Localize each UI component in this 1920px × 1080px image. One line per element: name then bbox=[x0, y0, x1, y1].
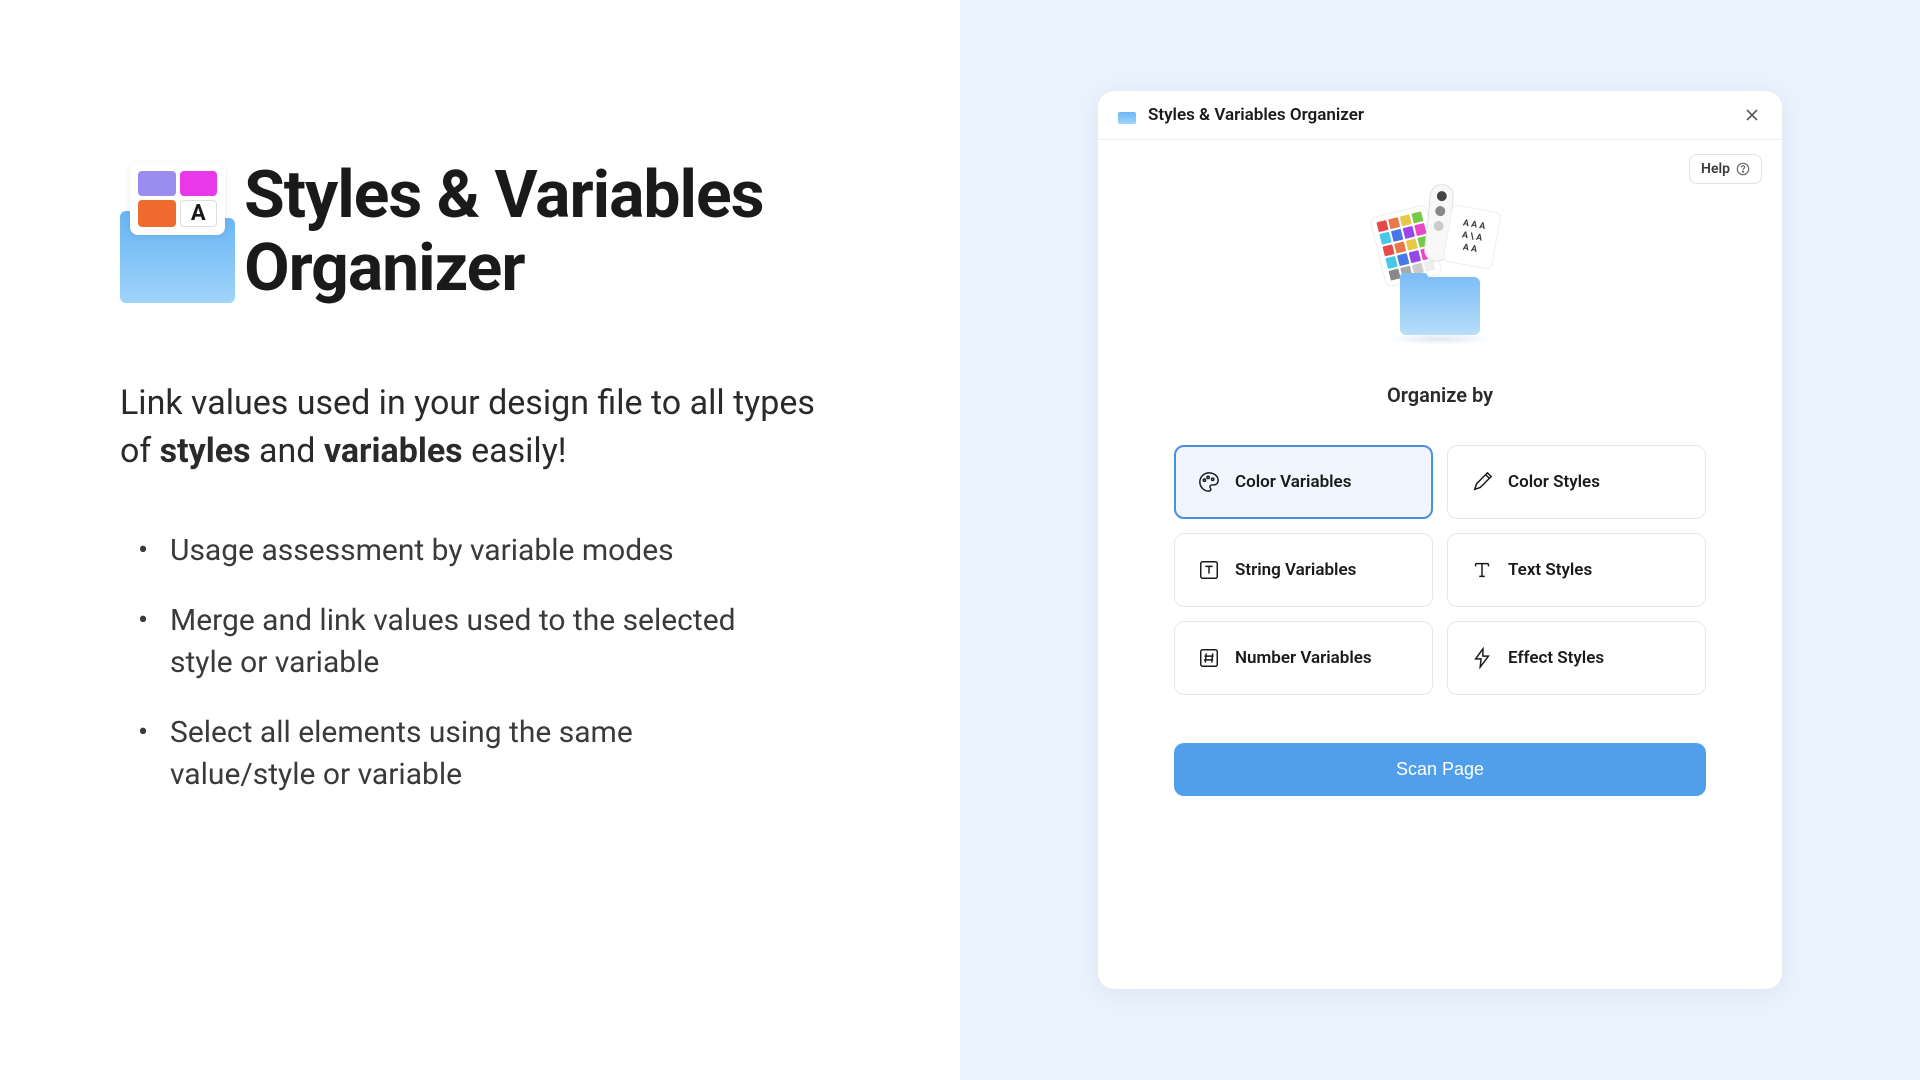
option-label: Number Variables bbox=[1235, 648, 1372, 668]
feature-item: Select all elements using the same value… bbox=[170, 712, 840, 796]
feature-item: Merge and link values used to the select… bbox=[170, 600, 840, 684]
modal-body: Help bbox=[1098, 140, 1782, 989]
option-label: Color Variables bbox=[1235, 472, 1351, 492]
feature-item: Usage assessment by variable modes bbox=[170, 530, 840, 572]
hero-illustration: A A A A \ A A A bbox=[1365, 180, 1515, 345]
help-icon bbox=[1736, 162, 1750, 176]
option-label: String Variables bbox=[1235, 560, 1356, 580]
features-list: Usage assessment by variable modes Merge… bbox=[120, 530, 840, 796]
marketing-left-panel: A Styles & Variables Organizer Link valu… bbox=[0, 0, 960, 1080]
preview-right-panel: Styles & Variables Organizer Help bbox=[960, 0, 1920, 1080]
eyedropper-icon bbox=[1470, 470, 1494, 494]
desc-bold1: styles bbox=[160, 431, 251, 471]
desc-bold2: variables bbox=[324, 431, 463, 471]
help-button[interactable]: Help bbox=[1689, 154, 1762, 184]
palette-icon bbox=[1197, 470, 1221, 494]
option-text-styles[interactable]: Text Styles bbox=[1447, 533, 1706, 607]
modal-header: Styles & Variables Organizer bbox=[1098, 91, 1782, 140]
scan-page-button[interactable]: Scan Page bbox=[1174, 743, 1706, 796]
lightning-icon bbox=[1470, 646, 1494, 670]
plugin-modal: Styles & Variables Organizer Help bbox=[1098, 91, 1782, 989]
close-icon bbox=[1744, 107, 1760, 123]
description: Link values used in your design file to … bbox=[120, 380, 840, 475]
organize-by-label: Organize by bbox=[1118, 383, 1762, 407]
option-color-variables[interactable]: Color Variables bbox=[1174, 445, 1433, 519]
hash-box-icon bbox=[1197, 646, 1221, 670]
desc-part3: easily! bbox=[463, 431, 567, 471]
modal-title: Styles & Variables Organizer bbox=[1148, 105, 1730, 125]
option-label: Color Styles bbox=[1508, 472, 1600, 492]
header-section: A Styles & Variables Organizer bbox=[120, 160, 840, 305]
option-string-variables[interactable]: String Variables bbox=[1174, 533, 1433, 607]
option-label: Text Styles bbox=[1508, 560, 1592, 580]
modal-header-icon bbox=[1118, 106, 1136, 124]
option-label: Effect Styles bbox=[1508, 648, 1604, 668]
app-folder-icon: A bbox=[120, 163, 204, 303]
option-number-variables[interactable]: Number Variables bbox=[1174, 621, 1433, 695]
text-box-icon bbox=[1197, 558, 1221, 582]
option-grid: Color Variables Color Styles String Vari… bbox=[1118, 445, 1762, 695]
main-title: Styles & Variables Organizer bbox=[244, 160, 840, 305]
help-label: Help bbox=[1701, 161, 1730, 177]
option-effect-styles[interactable]: Effect Styles bbox=[1447, 621, 1706, 695]
option-color-styles[interactable]: Color Styles bbox=[1447, 445, 1706, 519]
close-button[interactable] bbox=[1742, 105, 1762, 125]
text-t-icon bbox=[1470, 558, 1494, 582]
desc-part2: and bbox=[251, 431, 324, 471]
swatch-letter: A bbox=[180, 200, 218, 227]
